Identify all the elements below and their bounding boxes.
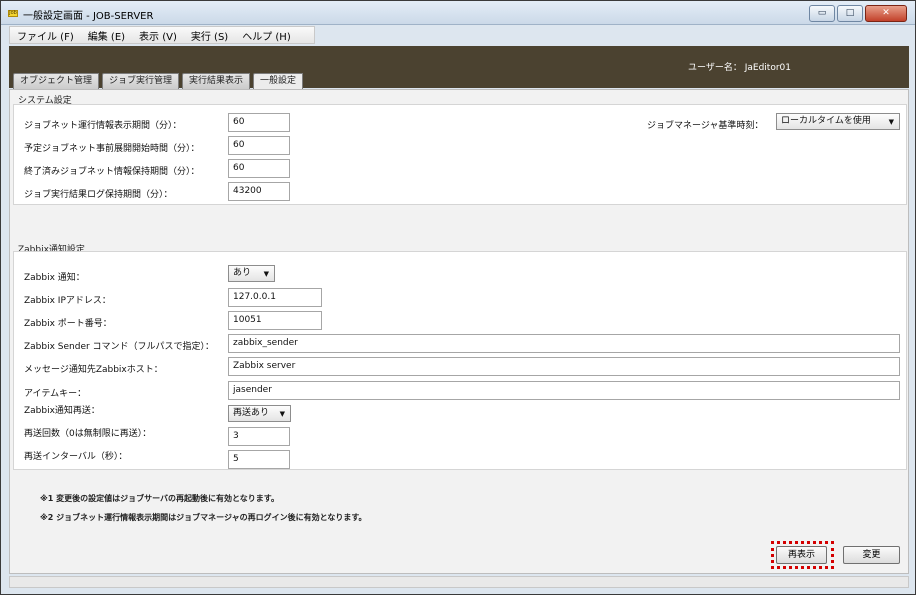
tab-bar: オブジェクト管理 ジョブ実行管理 実行結果表示 一般設定 — [13, 73, 304, 90]
zabbix-port-label: Zabbix ポート番号： — [24, 319, 112, 329]
chevron-down-icon: ▼ — [888, 118, 894, 126]
runtime-display-period-label: ジョブネット運行情報表示期間（分）： — [24, 121, 182, 131]
menu-view[interactable]: 表示 (V) — [132, 28, 184, 43]
resend-count-input[interactable]: 3 — [228, 427, 290, 446]
resend-interval-input[interactable]: 5 — [228, 450, 290, 469]
window-title: 一般設定画面 - JOB-SERVER — [23, 11, 154, 22]
tab-object-management[interactable]: オブジェクト管理 — [13, 73, 100, 89]
zabbix-notify-value: あり — [233, 268, 252, 278]
close-icon[interactable]: ✕ — [865, 5, 907, 22]
pre-deploy-time-label: 予定ジョブネット事前展開開始時間（分）： — [24, 144, 200, 154]
zabbix-host-label: メッセージ通知先Zabbixホスト： — [24, 365, 163, 375]
finished-jobnet-retention-input[interactable]: 60 — [228, 159, 290, 178]
runtime-display-period-input[interactable]: 60 — [228, 113, 290, 132]
note-restart: ※1 変更後の設定値はジョブサーバの再起動後に有効となります。 — [40, 494, 280, 503]
zabbix-sender-input[interactable]: zabbix_sender — [228, 334, 900, 353]
zabbix-ip-input[interactable]: 127.0.0.1 — [228, 288, 322, 307]
zabbix-notify-label: Zabbix 通知： — [24, 273, 85, 283]
menu-run[interactable]: 実行 (S) — [184, 28, 235, 43]
menu-help[interactable]: ヘルプ (H) — [235, 28, 298, 43]
app-icon: Job — [8, 10, 18, 17]
minimize-icon[interactable]: ▭ — [809, 5, 835, 22]
zabbix-sender-label: Zabbix Sender コマンド（フルパスで指定）： — [24, 342, 215, 352]
job-log-retention-label: ジョブ実行結果ログ保持期間（分）： — [24, 190, 173, 200]
finished-jobnet-retention-label: 終了済みジョブネット情報保持期間（分）： — [24, 167, 200, 177]
app-window: Job 一般設定画面 - JOB-SERVER ▭ □ ✕ ファイル (F) 編… — [0, 0, 916, 595]
user-name-label: ユーザー名： JaEditor01 — [688, 63, 791, 73]
job-log-retention-input[interactable]: 43200 — [228, 182, 290, 201]
window-controls: ▭ □ ✕ — [809, 5, 907, 22]
resend-count-label: 再送回数（0は無制限に再送）： — [24, 429, 152, 439]
zabbix-resend-value: 再送あり — [233, 408, 270, 418]
manager-base-time-label: ジョブマネージャ基準時刻： — [647, 121, 764, 131]
chevron-down-icon: ▼ — [279, 410, 285, 418]
pre-deploy-time-input[interactable]: 60 — [228, 136, 290, 155]
tab-execution-results[interactable]: 実行結果表示 — [182, 73, 251, 89]
zabbix-resend-select[interactable]: 再送あり ▼ — [228, 405, 291, 422]
menu-bar: ファイル (F) 編集 (E) 表示 (V) 実行 (S) ヘルプ (H) — [9, 26, 315, 44]
zabbix-settings-group: Zabbix 通知： あり ▼ Zabbix IPアドレス： 127.0.0.1… — [13, 251, 907, 470]
manager-base-time-select[interactable]: ローカルタイムを使用 ▼ — [776, 113, 900, 130]
title-bar: Job 一般設定画面 - JOB-SERVER ▭ □ ✕ — [1, 1, 915, 25]
status-strip — [9, 576, 909, 588]
manager-base-time-value: ローカルタイムを使用 — [781, 116, 871, 126]
zabbix-ip-label: Zabbix IPアドレス： — [24, 296, 111, 306]
tab-general-settings[interactable]: 一般設定 — [253, 73, 304, 90]
zabbix-resend-label: Zabbix通知再送： — [24, 406, 100, 416]
resend-interval-label: 再送インターバル（秒）： — [24, 452, 128, 462]
change-button[interactable]: 変更 — [843, 546, 900, 564]
system-settings-group: ジョブネット運行情報表示期間（分）： 60 予定ジョブネット事前展開開始時間（分… — [13, 104, 907, 205]
zabbix-notify-select[interactable]: あり ▼ — [228, 265, 275, 282]
maximize-icon[interactable]: □ — [837, 5, 863, 22]
zabbix-host-input[interactable]: Zabbix server — [228, 357, 900, 376]
refresh-button-highlight — [771, 541, 834, 569]
zabbix-port-input[interactable]: 10051 — [228, 311, 322, 330]
item-key-label: アイテムキー： — [24, 389, 87, 399]
note-relogin: ※2 ジョブネット運行情報表示期間はジョブマネージャの再ログイン後に有効となりま… — [40, 513, 367, 522]
settings-panel: システム設定 ジョブネット運行情報表示期間（分）： 60 予定ジョブネット事前展… — [9, 89, 909, 574]
tab-job-execution[interactable]: ジョブ実行管理 — [102, 73, 180, 89]
item-key-input[interactable]: jasender — [228, 381, 900, 400]
menu-edit[interactable]: 編集 (E) — [81, 28, 132, 43]
menu-file[interactable]: ファイル (F) — [10, 28, 81, 43]
chevron-down-icon: ▼ — [263, 270, 269, 278]
